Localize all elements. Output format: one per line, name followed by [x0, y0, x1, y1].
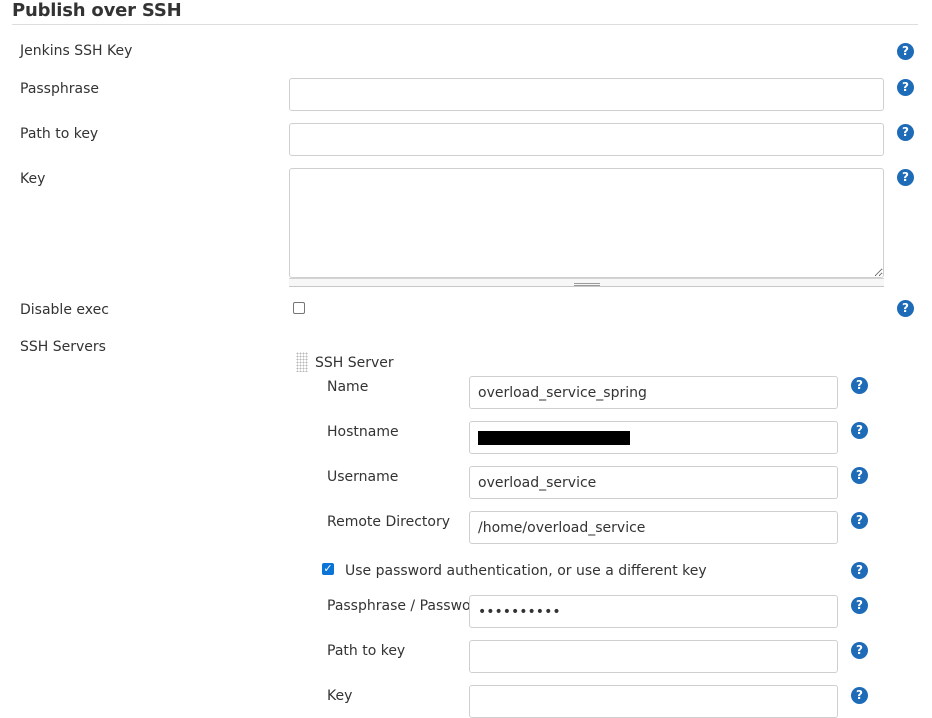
help-icon[interactable]: ?: [851, 422, 868, 439]
help-icon[interactable]: ?: [851, 597, 868, 614]
path-to-key-label: Path to key: [20, 126, 99, 142]
passphrase-input[interactable]: [289, 78, 884, 111]
help-icon[interactable]: ?: [897, 124, 914, 141]
disable-exec-label: Disable exec: [20, 302, 109, 318]
server-key-label: Key: [327, 688, 353, 704]
help-icon[interactable]: ?: [851, 642, 868, 659]
username-input[interactable]: overload_service: [469, 466, 838, 499]
server-name-input[interactable]: overload_service_spring: [469, 376, 838, 409]
drag-handle-icon[interactable]: [296, 352, 308, 372]
path-to-key-input[interactable]: [289, 123, 884, 156]
server-name-label: Name: [327, 379, 369, 395]
section-divider: [12, 24, 918, 25]
passphrase-password-input[interactable]: ••••••••••: [469, 595, 838, 628]
use-password-auth-checkbox[interactable]: ✓: [322, 563, 334, 575]
username-label: Username: [327, 469, 399, 485]
hostname-input[interactable]: [469, 421, 838, 454]
help-icon[interactable]: ?: [897, 43, 914, 60]
redacted-hostname: [478, 430, 630, 445]
server-key-textarea[interactable]: [469, 685, 838, 718]
help-icon[interactable]: ?: [851, 687, 868, 704]
help-icon[interactable]: ?: [851, 512, 868, 529]
remote-directory-label: Remote Directory: [327, 514, 450, 530]
grip-icon[interactable]: [574, 283, 600, 286]
jenkins-ssh-key-label: Jenkins SSH Key: [20, 43, 133, 59]
passphrase-label: Passphrase: [20, 81, 99, 97]
use-password-auth-label: Use password authentication, or use a di…: [345, 563, 707, 579]
key-textarea[interactable]: [289, 168, 884, 278]
disable-exec-checkbox[interactable]: [293, 302, 305, 314]
server-path-to-key-input[interactable]: [469, 640, 838, 673]
help-icon[interactable]: ?: [897, 300, 914, 317]
ssh-servers-label: SSH Servers: [20, 339, 106, 355]
help-icon[interactable]: ?: [851, 562, 868, 579]
help-icon[interactable]: ?: [897, 79, 914, 96]
help-icon[interactable]: ?: [851, 377, 868, 394]
passphrase-password-label: Passphrase / Password: [327, 598, 485, 614]
section-title: Publish over SSH: [12, 0, 182, 21]
key-label: Key: [20, 171, 46, 187]
help-icon[interactable]: ?: [851, 467, 868, 484]
help-icon[interactable]: ?: [897, 169, 914, 186]
hostname-label: Hostname: [327, 424, 399, 440]
remote-directory-input[interactable]: /home/overload_service: [469, 511, 838, 544]
server-path-to-key-label: Path to key: [327, 643, 406, 659]
ssh-server-header: SSH Server: [315, 355, 394, 371]
